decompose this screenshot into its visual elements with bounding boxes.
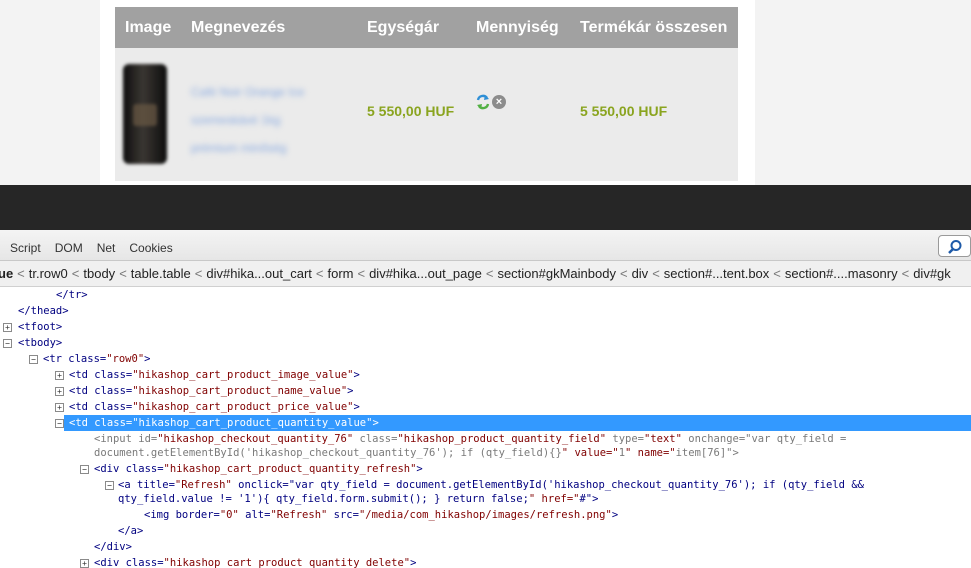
dom-node-line[interactable]: </div> bbox=[94, 539, 132, 555]
breadcrumb-item[interactable]: section#...tent.box bbox=[664, 266, 770, 281]
breadcrumb-separator: < bbox=[485, 266, 494, 281]
header-name: Megnevezés bbox=[191, 19, 286, 36]
dom-node-line[interactable]: <div class="hikashop_cart_product_quanti… bbox=[94, 461, 423, 477]
expand-icon[interactable]: + bbox=[3, 323, 12, 332]
dom-node-line[interactable]: </tr> bbox=[56, 287, 88, 303]
product-name-line: szemeskávé 1kg bbox=[191, 113, 281, 127]
breadcrumb-separator: < bbox=[17, 266, 25, 281]
breadcrumb-separator: < bbox=[315, 266, 324, 281]
collapse-icon[interactable]: − bbox=[80, 465, 89, 474]
tab-script[interactable]: Script bbox=[10, 241, 41, 255]
cart-table-header: Image Megnevezés Egységár Mennyiség Term… bbox=[115, 7, 738, 48]
breadcrumb-trail: ue<tr.row0<tbody<table.table<div#hika...… bbox=[0, 266, 951, 281]
content-column: Image Megnevezés Egységár Mennyiség Term… bbox=[100, 0, 755, 185]
expand-icon[interactable]: + bbox=[55, 387, 64, 396]
breadcrumb-separator: < bbox=[194, 266, 203, 281]
breadcrumb-item[interactable]: div#hika...out_page bbox=[369, 266, 482, 281]
page-footer-band bbox=[0, 185, 971, 230]
expand-icon[interactable]: + bbox=[80, 559, 89, 568]
dom-node-line[interactable]: <td class="hikashop_cart_product_price_v… bbox=[69, 399, 360, 415]
tab-dom[interactable]: DOM bbox=[55, 241, 83, 255]
breadcrumb-item[interactable]: form bbox=[327, 266, 353, 281]
tab-net[interactable]: Net bbox=[97, 241, 116, 255]
header-total: Termékár összesen bbox=[580, 19, 728, 36]
dom-node-selected[interactable]: <td class="hikashop_cart_product_quantit… bbox=[64, 415, 971, 431]
product-image[interactable] bbox=[123, 64, 167, 164]
devtools-toolbar: Script DOM Net Cookies bbox=[0, 230, 971, 261]
breadcrumb-item[interactable]: table.table bbox=[131, 266, 191, 281]
breadcrumb-item[interactable]: section#....masonry bbox=[785, 266, 898, 281]
breadcrumb-separator: < bbox=[357, 266, 366, 281]
refresh-icon[interactable] bbox=[476, 94, 490, 110]
product-name-link[interactable]: Café Noir Orange Ice szemeskávé 1kg prém… bbox=[191, 78, 341, 162]
dom-node-line[interactable]: <td class="hikashop_cart_product_name_va… bbox=[69, 383, 353, 399]
product-name-line: prémium minőség bbox=[191, 141, 287, 155]
breadcrumb-item[interactable]: ue bbox=[0, 266, 13, 281]
line-total: 5 550,00 HUF bbox=[580, 103, 668, 119]
dom-node-line[interactable]: <div class="hikashop_cart_product_quanti… bbox=[94, 555, 416, 568]
dom-node-line[interactable]: <tfoot> bbox=[18, 319, 62, 335]
tab-cookies[interactable]: Cookies bbox=[129, 241, 172, 255]
unit-price: 5 550,00 HUF bbox=[367, 103, 455, 119]
devtools-search-button[interactable] bbox=[938, 235, 971, 257]
breadcrumb-separator: < bbox=[773, 266, 781, 281]
collapse-icon[interactable]: − bbox=[29, 355, 38, 364]
product-name-line: Café Noir Orange Ice bbox=[191, 85, 305, 99]
breadcrumb-separator: < bbox=[119, 266, 127, 281]
dom-node-line[interactable]: document.getElementById('hikashop_checko… bbox=[94, 445, 739, 461]
breadcrumb-separator: < bbox=[901, 266, 910, 281]
breadcrumb-item[interactable]: section#gkMainbody bbox=[497, 266, 616, 281]
dom-node-line[interactable]: </a> bbox=[118, 523, 143, 539]
delete-icon[interactable]: × bbox=[492, 95, 506, 109]
dom-node-line[interactable]: qty_field.value != '1'){ qty_field.form.… bbox=[118, 491, 598, 507]
dom-node-line[interactable]: <td class="hikashop_cart_product_image_v… bbox=[69, 367, 360, 383]
dom-node-line[interactable]: <tr class="row0"> bbox=[43, 351, 150, 367]
breadcrumb-separator: < bbox=[652, 266, 660, 281]
breadcrumb-item[interactable]: tbody bbox=[83, 266, 115, 281]
dom-breadcrumb: ue<tr.row0<tbody<table.table<div#hika...… bbox=[0, 261, 971, 287]
collapse-icon[interactable]: − bbox=[3, 339, 12, 348]
header-unit-price: Egységár bbox=[367, 19, 440, 36]
breadcrumb-item[interactable]: tr.row0 bbox=[29, 266, 68, 281]
breadcrumb-separator: < bbox=[619, 266, 628, 281]
cart-table: Image Megnevezés Egységár Mennyiség Term… bbox=[115, 7, 738, 181]
header-image: Image bbox=[125, 19, 172, 36]
header-quantity: Mennyiség bbox=[476, 19, 559, 36]
search-icon bbox=[948, 240, 962, 254]
quantity-controls: × bbox=[476, 94, 506, 110]
dom-node-line[interactable]: </thead> bbox=[18, 303, 69, 319]
breadcrumb-item[interactable]: div#hika...out_cart bbox=[206, 266, 312, 281]
expand-icon[interactable]: + bbox=[55, 403, 64, 412]
breadcrumb-separator: < bbox=[71, 266, 80, 281]
cart-row: Café Noir Orange Ice szemeskávé 1kg prém… bbox=[115, 48, 738, 181]
devtools-tabs: Script DOM Net Cookies bbox=[10, 241, 173, 255]
devtools-panel: Script DOM Net Cookies ue<tr.row0<tbody<… bbox=[0, 230, 971, 568]
dom-node-line[interactable]: <img border="0" alt="Refresh" src="/medi… bbox=[144, 507, 618, 523]
collapse-icon[interactable]: − bbox=[105, 481, 114, 490]
webpage-area: Image Megnevezés Egységár Mennyiség Term… bbox=[0, 0, 971, 185]
breadcrumb-item[interactable]: div#gk bbox=[913, 266, 951, 281]
breadcrumb-item[interactable]: div bbox=[632, 266, 649, 281]
collapse-icon[interactable]: − bbox=[55, 419, 64, 428]
dom-node-line[interactable]: <tbody> bbox=[18, 335, 62, 351]
expand-icon[interactable]: + bbox=[55, 371, 64, 380]
